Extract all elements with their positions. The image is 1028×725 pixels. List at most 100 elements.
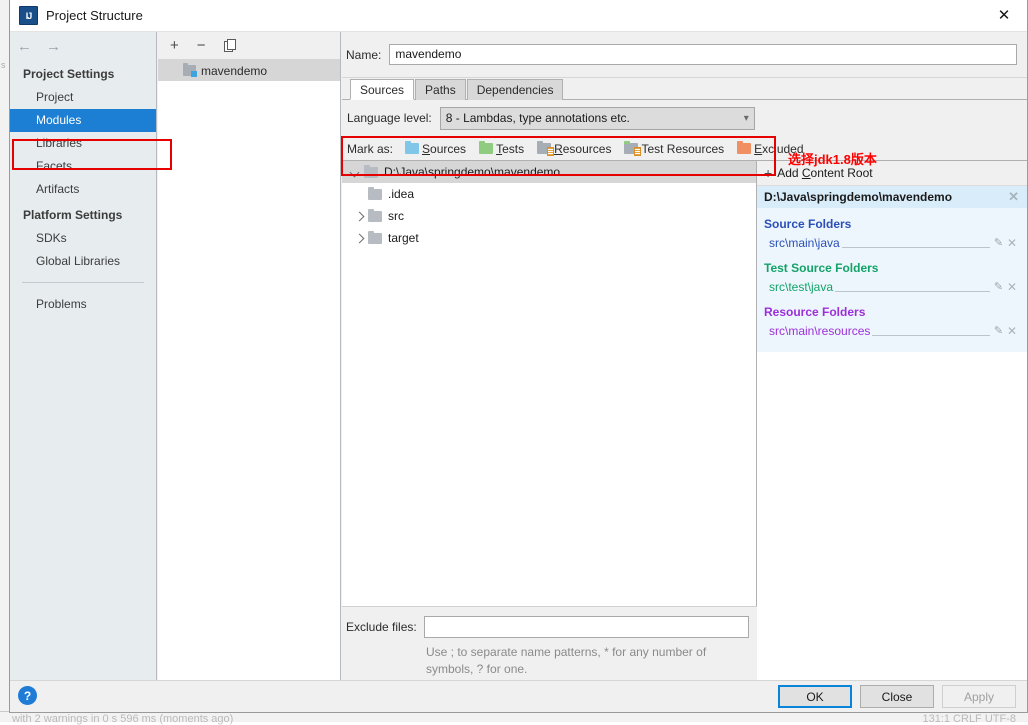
- tree-row-label: target: [388, 231, 419, 245]
- tree-row-label: D:\Java\springdemo\mavendemo: [384, 165, 561, 179]
- tab-paths[interactable]: Paths: [415, 79, 466, 100]
- module-editor-panel: Name: Sources Paths Dependencies Languag…: [342, 32, 1027, 688]
- edit-icon[interactable]: ✎: [992, 324, 1005, 337]
- resource-folder-path[interactable]: src\main\resources: [769, 324, 870, 338]
- exclude-files-hint: Use ; to separate name patterns, * for a…: [426, 645, 707, 676]
- test-source-folder-path[interactable]: src\test\java: [769, 280, 833, 294]
- chevron-right-icon[interactable]: [350, 234, 368, 243]
- tree-row-label: .idea: [388, 187, 415, 201]
- chevron-right-icon[interactable]: [350, 212, 368, 221]
- sidebar-item-modules[interactable]: Modules: [10, 109, 156, 132]
- mark-as-sources-label: Sources: [422, 141, 467, 156]
- excluded-folder-icon: [737, 141, 752, 154]
- plus-icon: +: [764, 165, 773, 181]
- content-root-header: D:\Java\springdemo\mavendemo ✕: [757, 186, 1027, 208]
- sidebar-navigation: ← →: [10, 32, 156, 60]
- settings-sidebar: ← → Project Settings Project Modules Lib…: [10, 32, 157, 682]
- tree-row-label: src: [388, 209, 404, 223]
- sidebar-item-project[interactable]: Project: [10, 86, 156, 109]
- module-tabs: Sources Paths Dependencies: [342, 78, 1027, 100]
- module-icon: [183, 63, 197, 77]
- exclude-files-input[interactable]: [423, 616, 749, 638]
- resource-folders-title: Resource Folders: [764, 305, 866, 319]
- sidebar-item-artifacts[interactable]: Artifacts: [10, 178, 156, 201]
- sidebar-divider: [22, 282, 144, 283]
- exclude-files-label: Exclude files:: [346, 620, 417, 634]
- tree-row[interactable]: .idea: [342, 183, 756, 205]
- forward-arrow-icon[interactable]: →: [46, 39, 61, 54]
- edit-icon[interactable]: ✎: [992, 280, 1005, 293]
- exclude-files-section: Exclude files: Use ; to separate name pa…: [342, 606, 757, 688]
- mark-as-row: Mark as: Sources Tests Resources Test Re…: [342, 136, 1027, 161]
- resource-folder-row: src\main\resources ✎ ✕: [757, 321, 1027, 340]
- sidebar-item-facets[interactable]: Facets: [10, 155, 156, 178]
- mark-as-test-resources-button[interactable]: Test Resources: [624, 141, 725, 156]
- project-structure-dialog: IJ Project Structure ✕ ← → Project Setti…: [9, 0, 1028, 713]
- language-level-row: Language level: 8 - Lambdas, type annota…: [342, 100, 1027, 136]
- sidebar-item-libraries[interactable]: Libraries: [10, 132, 156, 155]
- add-content-root-label: Add Content Root: [777, 166, 873, 180]
- background-status-text: with 2 warnings in 0 s 596 ms (moments a…: [12, 713, 234, 725]
- test-source-folders-title: Test Source Folders: [764, 261, 879, 275]
- mark-as-sources-button[interactable]: Sources: [405, 141, 467, 156]
- dialog-body: ← → Project Settings Project Modules Lib…: [10, 32, 1027, 688]
- dialog-footer: ? OK Close Apply: [10, 680, 1027, 712]
- close-button[interactable]: Close: [860, 685, 934, 708]
- language-level-label: Language level:: [347, 111, 432, 125]
- source-folder-path[interactable]: src\main\java: [769, 236, 840, 250]
- row-filler: [872, 323, 990, 336]
- module-file-tree: D:\Java\springdemo\mavendemo .idea src t…: [342, 161, 757, 688]
- content-root-card: D:\Java\springdemo\mavendemo ✕ Source Fo…: [757, 186, 1027, 352]
- tab-sources[interactable]: Sources: [350, 79, 415, 100]
- source-folder-row: src\main\java ✎ ✕: [757, 233, 1027, 252]
- sidebar-item-global-libraries[interactable]: Global Libraries: [10, 250, 156, 273]
- folder-icon: [368, 230, 382, 244]
- folder-icon: [364, 164, 378, 178]
- sidebar-section-project-settings: Project Settings: [23, 67, 115, 81]
- remove-content-root-icon[interactable]: ✕: [1008, 189, 1019, 205]
- mark-as-resources-button[interactable]: Resources: [537, 141, 612, 156]
- remove-icon[interactable]: ✕: [1005, 236, 1019, 250]
- remove-icon[interactable]: ✕: [1005, 280, 1019, 294]
- ok-button[interactable]: OK: [778, 685, 852, 708]
- remove-module-icon[interactable]: −: [197, 38, 206, 53]
- sources-folder-icon: [405, 141, 420, 154]
- sources-content-area: D:\Java\springdemo\mavendemo .idea src t…: [342, 160, 1027, 688]
- mark-as-test-resources-label: Test Resources: [641, 141, 725, 156]
- background-caret-text: 131:1 CRLF UTF-8: [922, 713, 1016, 725]
- tree-row[interactable]: src: [342, 205, 756, 227]
- close-icon[interactable]: ✕: [981, 0, 1027, 30]
- mark-as-tests-button[interactable]: Tests: [479, 141, 524, 156]
- test-resources-folder-icon: [624, 141, 642, 156]
- tree-row[interactable]: target: [342, 227, 756, 249]
- back-arrow-icon[interactable]: ←: [17, 39, 32, 54]
- sidebar-item-problems[interactable]: Problems: [10, 293, 156, 316]
- intellij-idea-icon: IJ: [19, 6, 38, 25]
- background-left-tick: s: [1, 60, 6, 70]
- apply-button[interactable]: Apply: [942, 685, 1016, 708]
- chevron-down-icon[interactable]: [346, 168, 364, 177]
- module-name-label: Name:: [346, 47, 382, 62]
- mark-as-resources-label: Resources: [554, 141, 612, 156]
- module-name-input[interactable]: [389, 44, 1017, 65]
- copy-module-icon[interactable]: [223, 39, 236, 52]
- help-icon[interactable]: ?: [18, 686, 37, 705]
- edit-icon[interactable]: ✎: [992, 236, 1005, 249]
- mark-as-label: Mark as:: [347, 141, 394, 156]
- folder-icon: [368, 186, 382, 200]
- chevron-down-icon: ▾: [743, 112, 749, 124]
- dialog-titlebar: IJ Project Structure ✕: [10, 0, 1027, 32]
- language-level-select[interactable]: 8 - Lambdas, type annotations etc. ▾: [439, 106, 755, 130]
- tab-dependencies[interactable]: Dependencies: [466, 79, 564, 100]
- test-source-folder-row: src\test\java ✎ ✕: [757, 277, 1027, 296]
- module-list-item[interactable]: mavendemo: [158, 60, 340, 81]
- tree-row[interactable]: D:\Java\springdemo\mavendemo: [342, 161, 756, 183]
- add-module-icon[interactable]: +: [170, 38, 179, 53]
- dialog-buttons: OK Close Apply: [778, 685, 1016, 708]
- exclude-files-row: Exclude files:: [342, 616, 757, 638]
- sidebar-section-platform-settings: Platform Settings: [23, 208, 123, 222]
- sidebar-item-sdks[interactable]: SDKs: [10, 227, 156, 250]
- remove-icon[interactable]: ✕: [1005, 324, 1019, 338]
- folder-icon: [368, 208, 382, 222]
- tests-folder-icon: [479, 141, 494, 154]
